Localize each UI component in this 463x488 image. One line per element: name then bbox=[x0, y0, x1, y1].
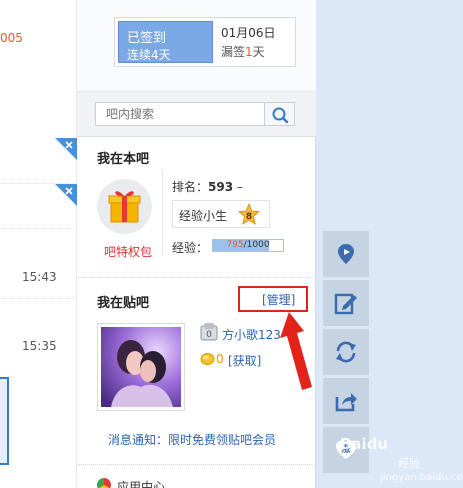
watermark-cn: 经验 bbox=[398, 457, 420, 470]
search-field[interactable] bbox=[95, 102, 265, 126]
avatar[interactable] bbox=[97, 323, 185, 411]
level-star-icon: 8 bbox=[238, 203, 260, 225]
baidu-watermark: Baidu bbox=[340, 435, 388, 453]
refresh-icon bbox=[336, 341, 356, 363]
post-time: 15:43 bbox=[22, 270, 57, 284]
sign-streak: 连续4天 bbox=[127, 48, 171, 62]
vertical-divider bbox=[162, 170, 163, 256]
get-coins-link[interactable]: [获取] bbox=[228, 352, 261, 369]
signed-in-button[interactable]: 已签到 连续4天 bbox=[118, 21, 213, 63]
sign-date: 01月06日 bbox=[221, 26, 276, 40]
section-divider bbox=[78, 277, 316, 278]
stat-number: 005 bbox=[0, 31, 23, 45]
refresh-button[interactable] bbox=[323, 329, 369, 375]
watermark-brand: Baidu bbox=[340, 435, 389, 453]
edit-icon bbox=[334, 293, 357, 315]
missed-count: 1 bbox=[245, 45, 253, 59]
sign-status: 已签到 bbox=[127, 31, 167, 46]
avatar-image bbox=[101, 327, 181, 407]
exp-progress-text: 795/1000 bbox=[213, 240, 283, 251]
exp-current: 795 bbox=[226, 240, 244, 250]
rank-info: 排名：593 – bbox=[172, 178, 243, 195]
level-badge[interactable]: 经验小生 8 bbox=[172, 200, 270, 228]
manage-link[interactable]: [管理] bbox=[262, 291, 295, 308]
level-name: 经验小生 bbox=[179, 209, 228, 223]
edit-post-button[interactable] bbox=[323, 280, 369, 326]
my-in-bar-title: 我在本吧 bbox=[97, 152, 150, 167]
rank-trend: – bbox=[236, 180, 243, 194]
username-link[interactable]: 方小歌123 bbox=[222, 326, 281, 343]
missed-suffix: 天 bbox=[252, 45, 265, 59]
rank-value: 593 bbox=[208, 180, 234, 194]
app-center-icon bbox=[97, 478, 111, 488]
gift-pack-button[interactable] bbox=[97, 179, 152, 234]
red-arrow-annotation bbox=[280, 312, 312, 390]
member-level-icon: 0 bbox=[200, 323, 218, 341]
search-button[interactable] bbox=[264, 102, 295, 126]
close-corner-icon[interactable] bbox=[55, 184, 77, 206]
post-image-thumbnail[interactable] bbox=[0, 377, 9, 465]
rank-label: 排名： bbox=[172, 180, 209, 194]
location-button[interactable] bbox=[323, 231, 369, 277]
gift-icon bbox=[108, 191, 141, 223]
missed-prefix: 漏签 bbox=[221, 45, 246, 59]
close-corner-icon[interactable] bbox=[55, 138, 77, 160]
location-icon bbox=[338, 244, 354, 264]
exp-label: 经验： bbox=[172, 241, 209, 255]
list-divider bbox=[0, 298, 77, 299]
search-input[interactable] bbox=[96, 103, 264, 125]
share-button[interactable] bbox=[323, 378, 369, 424]
missed-days: 漏签1天 bbox=[221, 43, 265, 60]
coin-icon bbox=[200, 353, 215, 365]
share-icon bbox=[335, 393, 357, 412]
post-time: 15:35 bbox=[22, 339, 57, 353]
svg-text:0: 0 bbox=[206, 330, 212, 340]
exp-total: /1000 bbox=[243, 240, 270, 250]
level-number: 8 bbox=[246, 212, 252, 222]
search-icon bbox=[272, 107, 289, 124]
list-divider bbox=[0, 183, 77, 184]
post-list-column bbox=[0, 0, 77, 488]
watermark-url: jingyan.baidu.com bbox=[380, 472, 463, 483]
coin-count: 0 bbox=[216, 352, 224, 366]
app-center-title[interactable]: 应用中心 bbox=[117, 478, 165, 488]
list-divider bbox=[0, 228, 77, 229]
sign-in-card: 已签到 连续4天 01月06日 漏签1天 bbox=[114, 17, 296, 67]
section-divider bbox=[78, 464, 316, 465]
gift-pack-link[interactable]: 吧特权包 bbox=[104, 243, 152, 260]
my-in-tieba-title: 我在贴吧 bbox=[97, 296, 150, 311]
notice-link[interactable]: 消息通知：限时免费领贴吧会员 bbox=[108, 431, 276, 448]
exp-progress-bar: 795/1000 bbox=[212, 239, 284, 252]
